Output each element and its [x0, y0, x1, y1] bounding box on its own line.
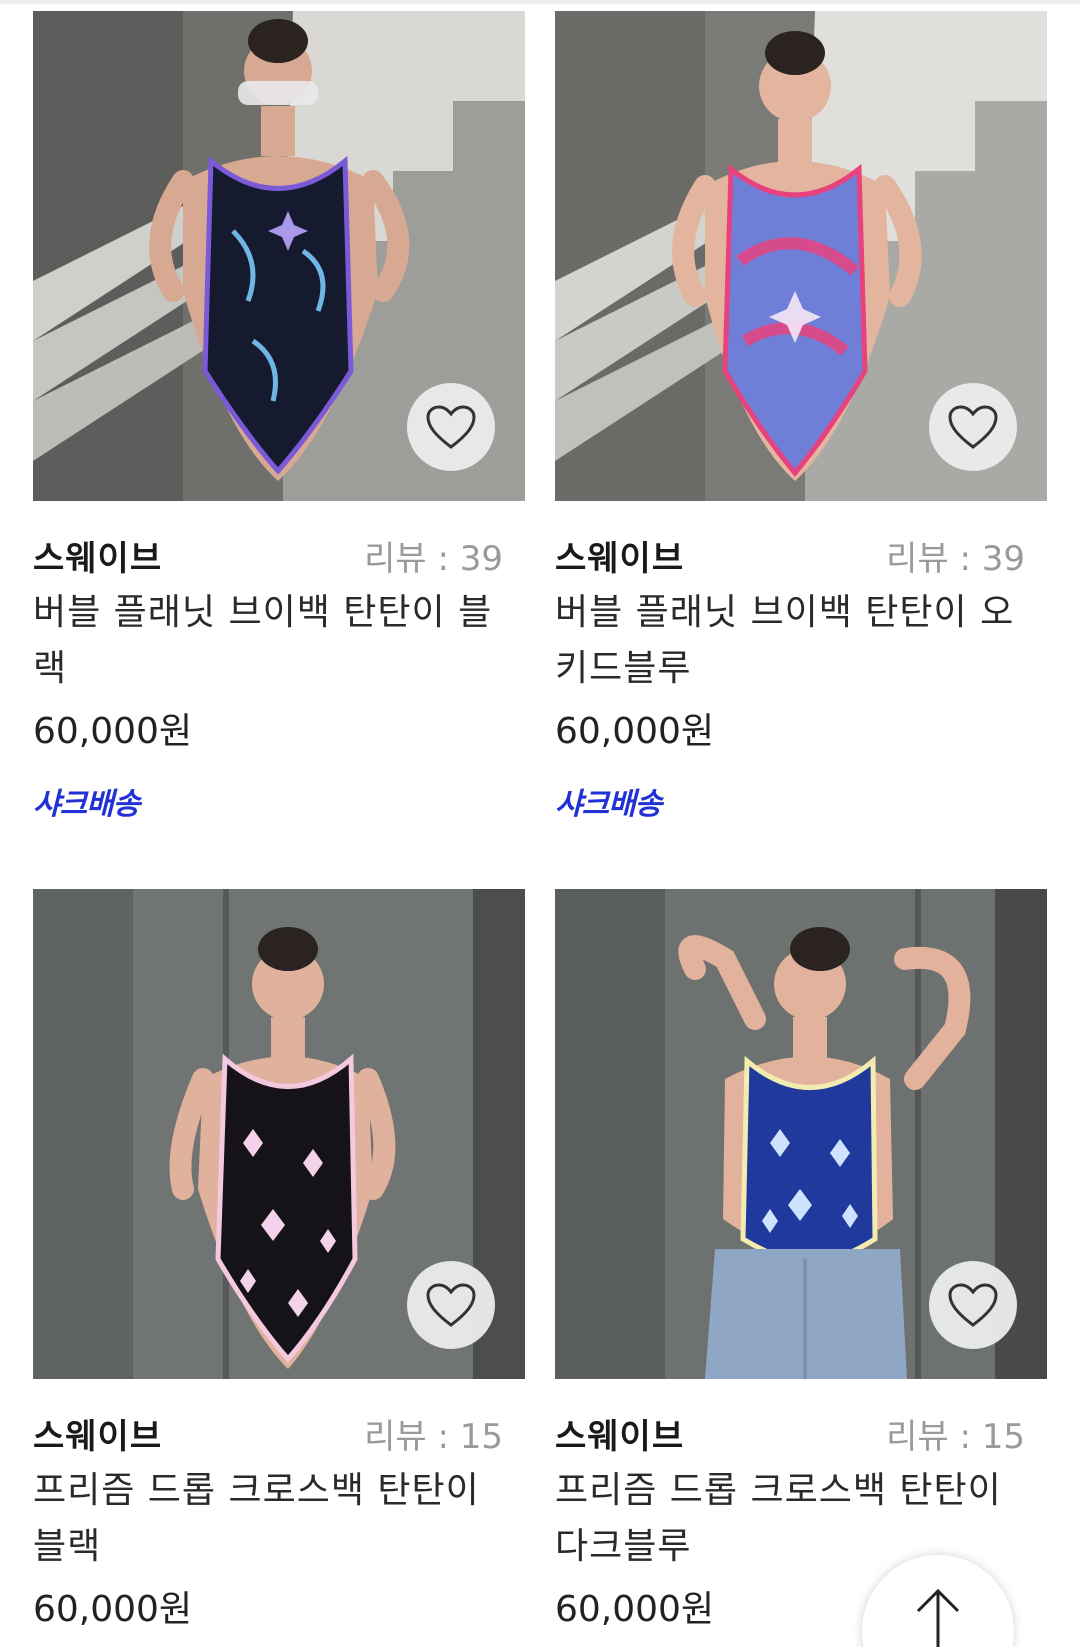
brand-name[interactable]: 스웨이브	[33, 531, 162, 580]
product-price: 60,000원	[33, 711, 193, 752]
favorite-button[interactable]	[929, 1261, 1017, 1349]
favorite-button[interactable]	[407, 383, 495, 471]
product-card[interactable]: 스웨이브 리뷰 : 39 버블 플래닛 브이백 탄탄이 오키드블루 60,000…	[555, 11, 1047, 823]
favorite-button[interactable]	[929, 383, 1017, 471]
heart-outline-icon	[426, 405, 476, 449]
product-image[interactable]	[555, 889, 1047, 1379]
review-count: 리뷰 : 39	[886, 538, 1025, 579]
brand-name[interactable]: 스웨이브	[555, 1409, 684, 1458]
product-info: 스웨이브 리뷰 : 39 버블 플래닛 브이백 탄탄이 블랙 60,000원 샤…	[33, 501, 525, 823]
product-card[interactable]: 스웨이브 리뷰 : 15 프리즘 드롭 크로스백 탄탄이 블랙 60,000원	[33, 889, 525, 1635]
product-info: 스웨이브 리뷰 : 15 프리즘 드롭 크로스백 탄탄이 블랙 60,000원	[33, 1379, 525, 1635]
brand-name[interactable]: 스웨이브	[555, 531, 684, 580]
product-name[interactable]: 버블 플래닛 브이백 탄탄이 블랙	[33, 585, 503, 697]
brand-row: 스웨이브 리뷰 : 39	[555, 531, 1047, 579]
product-price: 60,000원	[33, 1589, 193, 1630]
product-list-page: 스웨이브 리뷰 : 39 버블 플래닛 브이백 탄탄이 블랙 60,000원 샤…	[0, 0, 1080, 1647]
shark-delivery-badge: 샤크배송	[33, 787, 140, 822]
heart-outline-icon	[948, 405, 998, 449]
product-name[interactable]: 버블 플래닛 브이백 탄탄이 오키드블루	[555, 585, 1025, 697]
product-image[interactable]	[33, 889, 525, 1379]
product-price: 60,000원	[555, 711, 715, 752]
heart-outline-icon	[426, 1283, 476, 1327]
heart-outline-icon	[948, 1283, 998, 1327]
product-image[interactable]	[33, 11, 525, 501]
review-count: 리뷰 : 15	[364, 1416, 503, 1457]
brand-row: 스웨이브 리뷰 : 15	[555, 1409, 1047, 1457]
arrow-up-icon	[916, 1588, 960, 1647]
product-name[interactable]: 프리즘 드롭 크로스백 탄탄이 블랙	[33, 1463, 503, 1575]
shark-delivery-badge: 샤크배송	[555, 787, 662, 822]
product-card[interactable]: 스웨이브 리뷰 : 15 프리즘 드롭 크로스백 탄탄이 다크블루 60,000…	[555, 889, 1047, 1635]
review-count: 리뷰 : 15	[886, 1416, 1025, 1457]
brand-row: 스웨이브 리뷰 : 15	[33, 1409, 525, 1457]
favorite-button[interactable]	[407, 1261, 495, 1349]
review-count: 리뷰 : 39	[364, 538, 503, 579]
product-image[interactable]	[555, 11, 1047, 501]
brand-row: 스웨이브 리뷰 : 39	[33, 531, 525, 579]
product-grid: 스웨이브 리뷰 : 39 버블 플래닛 브이백 탄탄이 블랙 60,000원 샤…	[33, 11, 1047, 1635]
brand-name[interactable]: 스웨이브	[33, 1409, 162, 1458]
product-info: 스웨이브 리뷰 : 39 버블 플래닛 브이백 탄탄이 오키드블루 60,000…	[555, 501, 1047, 823]
product-card[interactable]: 스웨이브 리뷰 : 39 버블 플래닛 브이백 탄탄이 블랙 60,000원 샤…	[33, 11, 525, 823]
top-divider	[0, 0, 1080, 4]
